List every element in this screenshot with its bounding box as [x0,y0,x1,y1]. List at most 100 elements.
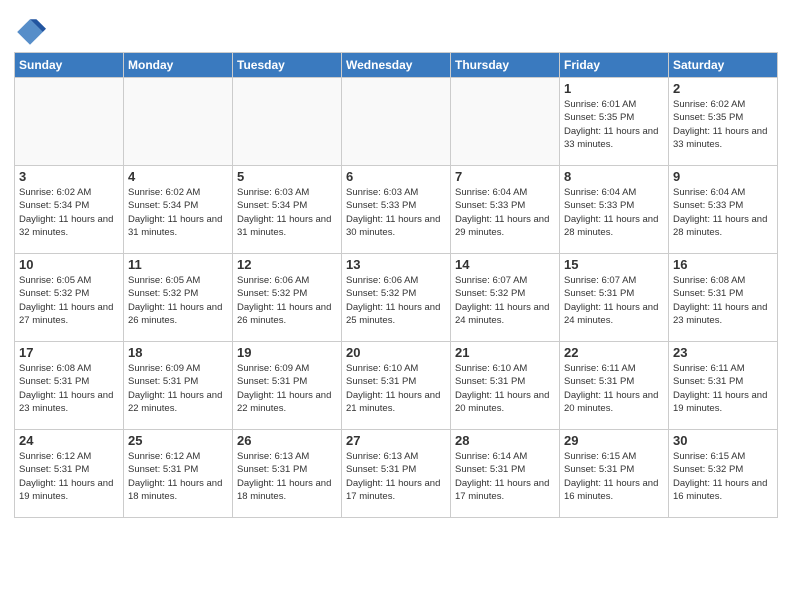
day-cell: 7 Sunrise: 6:04 AMSunset: 5:33 PMDaylight… [451,166,560,254]
day-cell: 22Sunrise: 6:11 AMSunset: 5:31 PMDayligh… [560,342,669,430]
day-number: 3 [19,169,119,184]
week-row-4: 17 Sunrise: 6:08 AMSunset: 5:31 PMDayligh… [15,342,778,430]
day-info: Sunrise: 6:12 AMSunset: 5:31 PMDaylight:… [19,450,119,503]
day-info: Sunrise: 6:01 AMSunset: 5:35 PMDaylight:… [564,98,664,151]
weekday-header-row: SundayMondayTuesdayWednesdayThursdayFrid… [15,53,778,78]
day-cell: 15 Sunrise: 6:07 AMSunset: 5:31 PMDayligh… [560,254,669,342]
day-cell: 13Sunrise: 6:06 AMSunset: 5:32 PMDayligh… [342,254,451,342]
week-row-3: 10 Sunrise: 6:05 AMSunset: 5:32 PMDayligh… [15,254,778,342]
weekday-friday: Friday [560,53,669,78]
day-info: Sunrise: 6:10 AMSunset: 5:31 PMDaylight:… [346,362,446,415]
weekday-sunday: Sunday [15,53,124,78]
logo-icon [14,16,46,48]
day-cell [124,78,233,166]
day-cell: 19Sunrise: 6:09 AMSunset: 5:31 PMDayligh… [233,342,342,430]
day-info: Sunrise: 6:02 AMSunset: 5:35 PMDaylight:… [673,98,773,151]
day-cell: 28 Sunrise: 6:14 AMSunset: 5:31 PMDayligh… [451,430,560,518]
day-info: Sunrise: 6:10 AMSunset: 5:31 PMDaylight:… [455,362,555,415]
day-cell: 8 Sunrise: 6:04 AMSunset: 5:33 PMDaylight… [560,166,669,254]
day-info: Sunrise: 6:05 AMSunset: 5:32 PMDaylight:… [19,274,119,327]
day-cell: 1 Sunrise: 6:01 AMSunset: 5:35 PMDaylight… [560,78,669,166]
day-cell: 24 Sunrise: 6:12 AMSunset: 5:31 PMDayligh… [15,430,124,518]
day-info: Sunrise: 6:12 AMSunset: 5:31 PMDaylight:… [128,450,228,503]
day-info: Sunrise: 6:04 AMSunset: 5:33 PMDaylight:… [673,186,773,239]
day-cell: 10 Sunrise: 6:05 AMSunset: 5:32 PMDayligh… [15,254,124,342]
day-number: 23 [673,345,773,360]
day-number: 12 [237,257,337,272]
day-cell: 18Sunrise: 6:09 AMSunset: 5:31 PMDayligh… [124,342,233,430]
day-info: Sunrise: 6:03 AMSunset: 5:34 PMDaylight:… [237,186,337,239]
week-row-5: 24 Sunrise: 6:12 AMSunset: 5:31 PMDayligh… [15,430,778,518]
day-number: 28 [455,433,555,448]
day-number: 24 [19,433,119,448]
day-number: 8 [564,169,664,184]
calendar-table: SundayMondayTuesdayWednesdayThursdayFrid… [14,52,778,518]
calendar-header: SundayMondayTuesdayWednesdayThursdayFrid… [15,53,778,78]
day-info: Sunrise: 6:15 AMSunset: 5:31 PMDaylight:… [564,450,664,503]
day-cell [15,78,124,166]
day-number: 18 [128,345,228,360]
day-cell: 21 Sunrise: 6:10 AMSunset: 5:31 PMDayligh… [451,342,560,430]
day-number: 10 [19,257,119,272]
day-info: Sunrise: 6:11 AMSunset: 5:31 PMDaylight:… [673,362,773,415]
day-number: 7 [455,169,555,184]
day-number: 16 [673,257,773,272]
day-info: Sunrise: 6:04 AMSunset: 5:33 PMDaylight:… [564,186,664,239]
day-cell [451,78,560,166]
day-cell: 30 Sunrise: 6:15 AMSunset: 5:32 PMDayligh… [669,430,778,518]
day-info: Sunrise: 6:08 AMSunset: 5:31 PMDaylight:… [19,362,119,415]
day-cell: 23 Sunrise: 6:11 AMSunset: 5:31 PMDayligh… [669,342,778,430]
day-cell: 2 Sunrise: 6:02 AMSunset: 5:35 PMDaylight… [669,78,778,166]
page: SundayMondayTuesdayWednesdayThursdayFrid… [0,0,792,532]
day-cell: 4Sunrise: 6:02 AMSunset: 5:34 PMDaylight… [124,166,233,254]
day-number: 15 [564,257,664,272]
day-info: Sunrise: 6:04 AMSunset: 5:33 PMDaylight:… [455,186,555,239]
day-info: Sunrise: 6:06 AMSunset: 5:32 PMDaylight:… [237,274,337,327]
day-number: 29 [564,433,664,448]
day-info: Sunrise: 6:13 AMSunset: 5:31 PMDaylight:… [237,450,337,503]
header [14,10,778,48]
day-info: Sunrise: 6:03 AMSunset: 5:33 PMDaylight:… [346,186,446,239]
day-info: Sunrise: 6:15 AMSunset: 5:32 PMDaylight:… [673,450,773,503]
day-info: Sunrise: 6:02 AMSunset: 5:34 PMDaylight:… [19,186,119,239]
day-cell: 6 Sunrise: 6:03 AMSunset: 5:33 PMDaylight… [342,166,451,254]
day-info: Sunrise: 6:02 AMSunset: 5:34 PMDaylight:… [128,186,228,239]
weekday-saturday: Saturday [669,53,778,78]
day-number: 2 [673,81,773,96]
day-number: 20 [346,345,446,360]
day-cell: 14Sunrise: 6:07 AMSunset: 5:32 PMDayligh… [451,254,560,342]
week-row-1: 1 Sunrise: 6:01 AMSunset: 5:35 PMDaylight… [15,78,778,166]
day-cell [342,78,451,166]
day-number: 25 [128,433,228,448]
day-number: 30 [673,433,773,448]
day-cell: 11 Sunrise: 6:05 AMSunset: 5:32 PMDayligh… [124,254,233,342]
day-info: Sunrise: 6:11 AMSunset: 5:31 PMDaylight:… [564,362,664,415]
day-cell: 20 Sunrise: 6:10 AMSunset: 5:31 PMDayligh… [342,342,451,430]
day-info: Sunrise: 6:07 AMSunset: 5:31 PMDaylight:… [564,274,664,327]
day-number: 17 [19,345,119,360]
day-cell: 26 Sunrise: 6:13 AMSunset: 5:31 PMDayligh… [233,430,342,518]
day-cell: 27Sunrise: 6:13 AMSunset: 5:31 PMDayligh… [342,430,451,518]
day-info: Sunrise: 6:08 AMSunset: 5:31 PMDaylight:… [673,274,773,327]
day-number: 11 [128,257,228,272]
day-cell: 16 Sunrise: 6:08 AMSunset: 5:31 PMDayligh… [669,254,778,342]
day-number: 6 [346,169,446,184]
day-cell: 3 Sunrise: 6:02 AMSunset: 5:34 PMDaylight… [15,166,124,254]
day-number: 26 [237,433,337,448]
day-cell: 25 Sunrise: 6:12 AMSunset: 5:31 PMDayligh… [124,430,233,518]
day-info: Sunrise: 6:05 AMSunset: 5:32 PMDaylight:… [128,274,228,327]
week-row-2: 3 Sunrise: 6:02 AMSunset: 5:34 PMDaylight… [15,166,778,254]
day-cell [233,78,342,166]
day-cell: 17 Sunrise: 6:08 AMSunset: 5:31 PMDayligh… [15,342,124,430]
day-info: Sunrise: 6:14 AMSunset: 5:31 PMDaylight:… [455,450,555,503]
day-number: 21 [455,345,555,360]
day-info: Sunrise: 6:13 AMSunset: 5:31 PMDaylight:… [346,450,446,503]
day-info: Sunrise: 6:09 AMSunset: 5:31 PMDaylight:… [237,362,337,415]
weekday-wednesday: Wednesday [342,53,451,78]
day-cell: 5Sunrise: 6:03 AMSunset: 5:34 PMDaylight… [233,166,342,254]
day-info: Sunrise: 6:06 AMSunset: 5:32 PMDaylight:… [346,274,446,327]
calendar-body: 1 Sunrise: 6:01 AMSunset: 5:35 PMDaylight… [15,78,778,518]
day-info: Sunrise: 6:07 AMSunset: 5:32 PMDaylight:… [455,274,555,327]
logo [14,16,50,48]
day-number: 1 [564,81,664,96]
